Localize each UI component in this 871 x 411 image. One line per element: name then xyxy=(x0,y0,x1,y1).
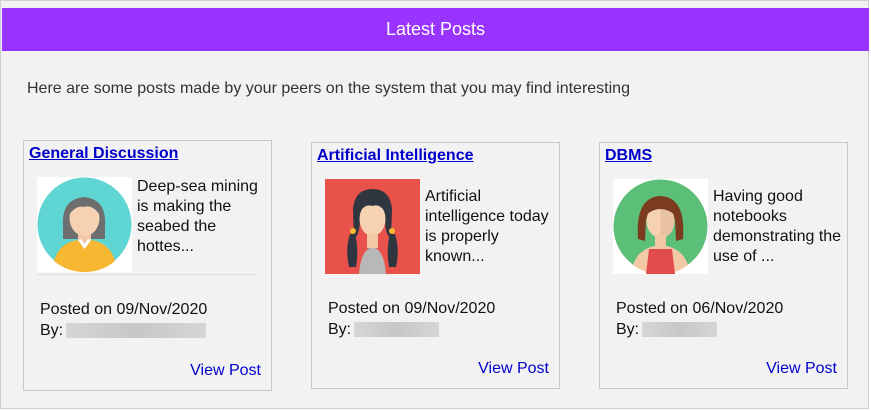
post-excerpt: Having good notebooks demonstrating the … xyxy=(713,188,842,265)
post-card: DBMS Having good notebooks demonstrating… xyxy=(599,142,848,389)
post-meta: Posted on 09/Nov/2020 By: xyxy=(40,299,207,341)
card-divider xyxy=(37,274,257,275)
redacted-author-name xyxy=(66,323,207,338)
view-post-link[interactable]: View Post xyxy=(766,360,837,378)
post-category-link[interactable]: DBMS xyxy=(605,147,652,165)
post-date: Posted on 06/Nov/2020 xyxy=(616,300,784,317)
woman-avatar-icon xyxy=(325,179,420,274)
post-author-row: By: xyxy=(40,320,207,341)
woman-avatar-icon xyxy=(37,177,132,272)
view-post-link[interactable]: View Post xyxy=(478,360,549,378)
panel-header: Latest Posts xyxy=(2,8,869,51)
post-excerpt: Artificial intelligence today is properl… xyxy=(425,188,549,265)
redacted-author-name xyxy=(354,322,440,337)
post-author-row: By: xyxy=(616,319,783,340)
post-category-link[interactable]: General Discussion xyxy=(29,145,178,163)
by-label: By: xyxy=(616,321,640,338)
post-date: Posted on 09/Nov/2020 xyxy=(40,301,208,318)
post-category-link[interactable]: Artificial Intelligence xyxy=(317,147,473,165)
post-card: General Discussion Deep-sea mining is ma… xyxy=(23,140,272,391)
post-meta: Posted on 09/Nov/2020 By: xyxy=(328,298,495,340)
woman-avatar-icon xyxy=(613,179,708,274)
post-excerpt: Deep-sea mining is making the seabed the… xyxy=(137,178,258,255)
intro-text: Here are some posts made by your peers o… xyxy=(27,80,630,97)
redacted-author-name xyxy=(642,322,718,337)
latest-posts-panel: Latest Posts Here are some posts made by… xyxy=(0,0,869,409)
post-date: Posted on 09/Nov/2020 xyxy=(328,300,496,317)
post-author-row: By: xyxy=(328,319,495,340)
by-label: By: xyxy=(40,322,64,339)
by-label: By: xyxy=(328,321,352,338)
post-card: Artificial Intelligence Artificial intel… xyxy=(311,142,560,389)
view-post-link[interactable]: View Post xyxy=(190,362,261,380)
post-meta: Posted on 06/Nov/2020 By: xyxy=(616,298,783,340)
